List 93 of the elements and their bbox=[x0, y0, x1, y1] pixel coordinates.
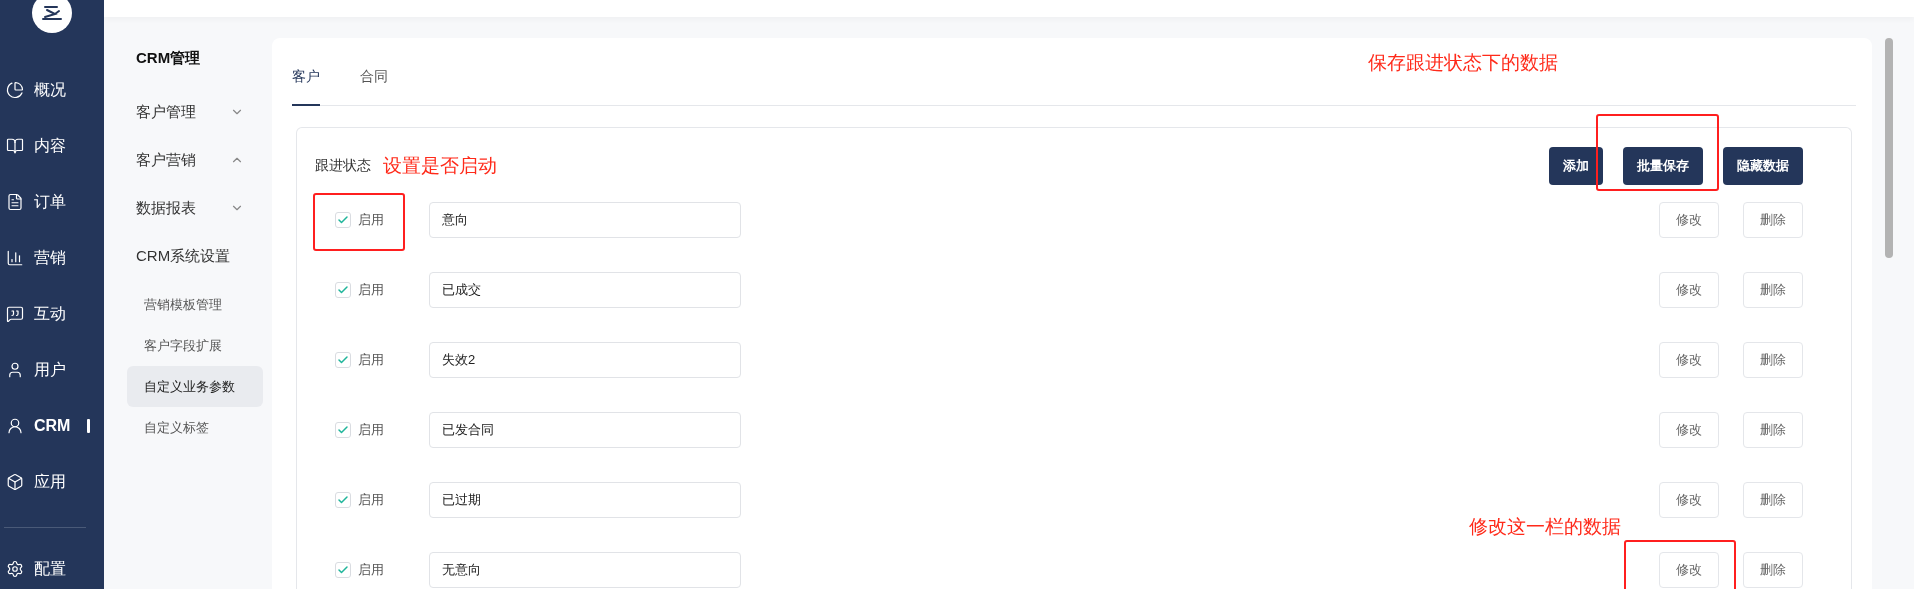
menu-item[interactable]: 自定义标签 bbox=[127, 407, 263, 448]
nav-label: 配置 bbox=[34, 558, 66, 579]
status-name-field[interactable]: 无意向 bbox=[429, 552, 741, 588]
menu-item[interactable]: 客户字段扩展 bbox=[127, 325, 263, 366]
edit-button[interactable]: 修改 bbox=[1659, 482, 1719, 518]
active-indicator bbox=[87, 419, 90, 433]
nav-label: 订单 bbox=[34, 191, 66, 212]
nav-label: 营销 bbox=[34, 247, 66, 268]
enable-checkbox[interactable]: 启用 bbox=[335, 491, 384, 509]
tab[interactable]: 合同 bbox=[360, 68, 388, 106]
checkbox[interactable] bbox=[335, 492, 351, 508]
enable-checkbox[interactable]: 启用 bbox=[335, 211, 384, 229]
nav-item[interactable]: 概况 bbox=[0, 62, 104, 118]
annotation-text: 保存跟进状态下的数据 bbox=[1368, 51, 1558, 75]
check-icon bbox=[337, 494, 349, 506]
checkbox-label: 启用 bbox=[358, 561, 384, 579]
annotation-text: 修改这一栏的数据 bbox=[1469, 515, 1621, 539]
user-icon bbox=[6, 361, 24, 379]
checkbox[interactable] bbox=[335, 562, 351, 578]
checkbox-label: 启用 bbox=[358, 211, 384, 229]
enable-checkbox[interactable]: 启用 bbox=[335, 281, 384, 299]
nav-item[interactable]: 互动 bbox=[0, 286, 104, 342]
checkbox-label: 启用 bbox=[358, 421, 384, 439]
enable-checkbox[interactable]: 启用 bbox=[335, 421, 384, 439]
edit-button[interactable]: 修改 bbox=[1659, 202, 1719, 238]
panel-title: 跟进状态 bbox=[315, 157, 371, 175]
nav-label: 内容 bbox=[34, 135, 66, 156]
check-icon bbox=[337, 354, 349, 366]
status-name-field[interactable]: 已发合同 bbox=[429, 412, 741, 448]
delete-button[interactable]: 删除 bbox=[1743, 202, 1803, 238]
document-icon bbox=[6, 193, 24, 211]
bar-chart-icon bbox=[6, 249, 24, 267]
tab[interactable]: 客户 bbox=[292, 68, 320, 106]
delete-button[interactable]: 删除 bbox=[1743, 342, 1803, 378]
nav-item[interactable]: 内容 bbox=[0, 118, 104, 174]
menu-group[interactable]: 客户管理 bbox=[104, 88, 272, 136]
menu-group-label: 客户管理 bbox=[136, 102, 196, 122]
check-icon bbox=[337, 284, 349, 296]
menu-item[interactable]: 自定义业务参数 bbox=[127, 366, 263, 407]
nav-item[interactable]: 营销 bbox=[0, 230, 104, 286]
action-button[interactable]: 隐藏数据 bbox=[1723, 147, 1803, 185]
nav-item[interactable]: 用户 bbox=[0, 342, 104, 398]
nav-label: 用户 bbox=[34, 359, 66, 380]
delete-button[interactable]: 删除 bbox=[1743, 272, 1803, 308]
menu-group[interactable]: CRM系统设置 bbox=[104, 232, 272, 280]
nav-label: CRM bbox=[34, 417, 71, 435]
person-icon bbox=[6, 417, 24, 435]
checkbox[interactable] bbox=[335, 352, 351, 368]
scrollbar-thumb[interactable] bbox=[1885, 38, 1893, 258]
pie-chart-icon bbox=[6, 81, 24, 99]
chat-icon bbox=[6, 305, 24, 323]
nav-label: 概况 bbox=[34, 79, 66, 100]
checkbox-label: 启用 bbox=[358, 351, 384, 369]
settings-icon bbox=[6, 560, 24, 578]
edit-button[interactable]: 修改 bbox=[1659, 552, 1719, 588]
enable-checkbox[interactable]: 启用 bbox=[335, 561, 384, 579]
check-icon bbox=[337, 214, 349, 226]
delete-button[interactable]: 删除 bbox=[1743, 482, 1803, 518]
menu-group[interactable]: 数据报表 bbox=[104, 184, 272, 232]
checkbox[interactable] bbox=[335, 422, 351, 438]
edit-button[interactable]: 修改 bbox=[1659, 342, 1719, 378]
checkbox[interactable] bbox=[335, 212, 351, 228]
delete-button[interactable]: 删除 bbox=[1743, 412, 1803, 448]
checkbox-label: 启用 bbox=[358, 491, 384, 509]
action-button[interactable]: 添加 bbox=[1549, 147, 1603, 185]
enable-checkbox[interactable]: 启用 bbox=[335, 351, 384, 369]
nav-item[interactable]: 应用 bbox=[0, 454, 104, 510]
annotation-text: 设置是否启动 bbox=[383, 154, 497, 178]
check-icon bbox=[337, 424, 349, 436]
status-name-field[interactable]: 失效2 bbox=[429, 342, 741, 378]
edit-button[interactable]: 修改 bbox=[1659, 412, 1719, 448]
checkbox-label: 启用 bbox=[358, 281, 384, 299]
cube-icon bbox=[6, 473, 24, 491]
menu-group-label: 数据报表 bbox=[136, 198, 196, 218]
edit-button[interactable]: 修改 bbox=[1659, 272, 1719, 308]
menu-item[interactable]: 营销模板管理 bbox=[127, 284, 263, 325]
menu-group[interactable]: 客户营销 bbox=[104, 136, 272, 184]
nav-item[interactable]: 订单 bbox=[0, 174, 104, 230]
menu-group-label: CRM系统设置 bbox=[136, 246, 231, 266]
action-button[interactable]: 批量保存 bbox=[1623, 147, 1703, 185]
delete-button[interactable]: 删除 bbox=[1743, 552, 1803, 588]
menu-group-label: 客户营销 bbox=[136, 150, 196, 170]
nav-item[interactable]: CRM bbox=[0, 398, 104, 454]
status-name-field[interactable]: 已成交 bbox=[429, 272, 741, 308]
check-icon bbox=[337, 564, 349, 576]
checkbox[interactable] bbox=[335, 282, 351, 298]
status-name-field[interactable]: 意向 bbox=[429, 202, 741, 238]
book-icon bbox=[6, 137, 24, 155]
status-name-field[interactable]: 已过期 bbox=[429, 482, 741, 518]
nav-item[interactable]: 配置 bbox=[0, 541, 104, 589]
section-title: CRM管理 bbox=[135, 48, 202, 68]
nav-label: 互动 bbox=[34, 303, 66, 324]
nav-label: 应用 bbox=[34, 471, 66, 492]
